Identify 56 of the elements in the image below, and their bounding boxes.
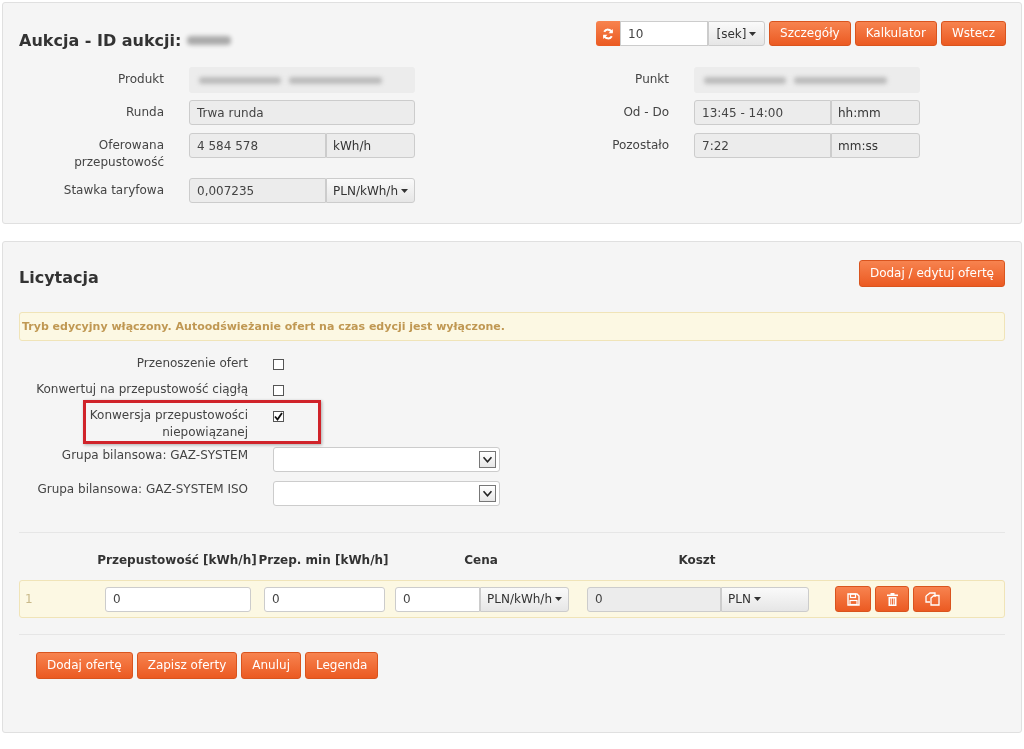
checkbox[interactable] — [273, 359, 284, 370]
dropdown-field[interactable] — [273, 447, 500, 472]
interval-field[interactable]: 10 — [620, 21, 708, 46]
readonly-field: 4 584 578 — [189, 133, 326, 158]
unit-dropdown[interactable]: PLN/kWh/h — [326, 178, 415, 203]
option-label: Konwertuj na przepustowość ciągłą — [35, 381, 248, 398]
select-label: Grupa bilansowa: GAZ-SYSTEM ISO — [36, 481, 248, 498]
field-label: Od - Do — [622, 104, 669, 121]
refresh-icon — [602, 27, 614, 40]
option-label: Konwersja przepustowości niepowiązanej — [88, 407, 248, 441]
unit-label: kWh/h — [326, 133, 415, 158]
chevron-down-icon — [479, 485, 496, 502]
caret-icon — [555, 597, 562, 601]
row-number: 1 — [24, 592, 34, 606]
readonly-field: Trwa runda — [189, 100, 415, 125]
copy-button[interactable] — [913, 586, 951, 612]
capacity-field[interactable]: 0 — [105, 586, 251, 612]
unit-dropdown[interactable]: [sek] — [708, 21, 765, 46]
cost-field: 0 — [587, 586, 721, 612]
select-label: Grupa bilansowa: GAZ-SYSTEM — [60, 447, 248, 464]
field-label: Punkt — [634, 71, 669, 88]
field-label: Oferowana przepustowość — [73, 137, 164, 171]
caret-icon — [401, 188, 408, 193]
delete-button[interactable] — [875, 586, 909, 612]
page-title: Aukcja - ID aukcji: — [19, 31, 182, 50]
column-header: Koszt — [678, 553, 716, 567]
section-title: Licytacja — [19, 267, 99, 287]
checkbox[interactable] — [273, 411, 284, 422]
caret-icon — [753, 597, 761, 601]
readonly-field: 13:45 - 14:00 — [694, 100, 831, 125]
min-capacity-field[interactable]: 0 — [264, 586, 385, 612]
unit-label: hh:mm — [831, 100, 920, 125]
chevron-down-icon — [479, 451, 496, 468]
unit-label: mm:ss — [831, 133, 920, 158]
field-label: Runda — [125, 104, 164, 121]
column-header: Cena — [464, 553, 498, 567]
currency-dropdown[interactable]: PLN — [721, 586, 809, 612]
trash-icon — [886, 592, 898, 606]
readonly-field: 0,007235 — [189, 178, 326, 203]
field-label: Stawka taryfowa — [62, 182, 164, 199]
price-field[interactable]: 0 — [395, 586, 480, 612]
save-button[interactable] — [835, 586, 871, 612]
column-header: Przepustowość [kWh/h] — [97, 553, 257, 567]
readonly-field: 7:22 — [694, 133, 831, 158]
dropdown-field[interactable] — [273, 481, 500, 506]
option-label: Przenoszenie ofert — [135, 355, 248, 372]
refresh-button[interactable] — [596, 21, 620, 46]
unit-dropdown[interactable]: PLN/kWh/h — [480, 586, 569, 612]
caret-icon — [749, 31, 757, 36]
checkbox[interactable] — [273, 385, 284, 396]
info-alert: Tryb edycyjny włączony. Autoodświeżanie ofert na czas edycji jest wyłączone. — [19, 312, 1005, 341]
field-label: Produkt — [117, 71, 164, 88]
field-label: Pozostało — [611, 137, 669, 154]
save-icon — [846, 592, 860, 606]
copy-icon — [924, 592, 940, 606]
column-header: Przep. min [kWh/h] — [258, 553, 389, 567]
